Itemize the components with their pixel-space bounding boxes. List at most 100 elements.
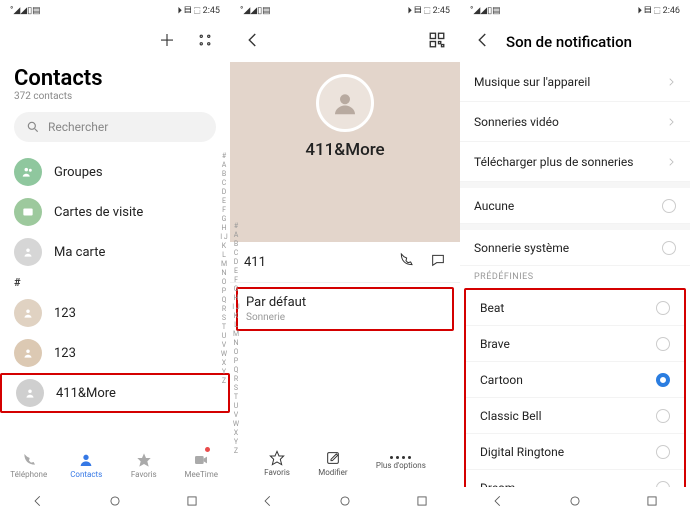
contact-list: Groupes Cartes de visite Ma carte # 123 … (0, 152, 230, 443)
screen-notification-sound: °◢◢▯▤ ⏵ ▤ ⬚ 2:46 Son de notification Mus… (460, 0, 690, 517)
more-options-button[interactable]: Plus d'options (376, 456, 426, 470)
contact-name: 411&More (230, 140, 460, 160)
contact-avatar-icon (16, 379, 44, 407)
status-bar: °◢◢▯▤ ⏵ ▤ ⬚ 2:45 (0, 0, 230, 22)
preset-row[interactable]: Brave (466, 326, 684, 362)
sound-toolbar: Son de notification (460, 22, 690, 62)
detail-body: # A B C D E F G H I J K L M N O P Q R S … (230, 242, 460, 439)
contact-name: 123 (54, 306, 76, 321)
contact-count: 372 contacts (0, 91, 230, 112)
page-title: Son de notification (506, 33, 632, 51)
radio-icon (656, 409, 670, 423)
groups-icon (14, 158, 42, 186)
download-ringtones-row[interactable]: Télécharger plus de sonneries (460, 142, 690, 182)
contact-avatar-icon (14, 299, 42, 327)
back-nav-icon[interactable] (31, 493, 45, 512)
back-nav-icon[interactable] (261, 493, 275, 512)
status-bar: °◢◢▯▤ ⏵ ▤ ⬚ 2:45 (230, 0, 460, 22)
screen-contacts: °◢◢▯▤ ⏵ ▤ ⬚ 2:45 Contacts 372 contacts R… (0, 0, 230, 517)
tab-favorites[interactable]: Favoris (115, 443, 173, 487)
chevron-right-icon (666, 112, 676, 131)
chevron-right-icon (666, 152, 676, 171)
search-input[interactable]: Rechercher (14, 112, 216, 142)
edit-button[interactable]: Modifier (318, 450, 347, 477)
screen-contact-detail: °◢◢▯▤ ⏵ ▤ ⬚ 2:45 411&More # A B C D E F … (230, 0, 460, 517)
detail-actions: Favoris Modifier Plus d'options (230, 439, 460, 487)
detail-toolbar (230, 22, 460, 62)
radio-icon (662, 199, 676, 213)
business-cards-item[interactable]: Cartes de visite (0, 192, 230, 232)
contact-avatar[interactable] (316, 74, 374, 132)
home-nav-icon[interactable] (338, 493, 352, 512)
alpha-index[interactable]: # A B C D E F G H I J K L M N O P Q R S … (220, 152, 228, 386)
contact-row-highlighted[interactable]: 411&More (0, 373, 230, 413)
system-navbar (460, 487, 690, 517)
item-label: Cartes de visite (54, 205, 143, 220)
system-ringtone-row[interactable]: Sonnerie système (460, 230, 690, 266)
card-icon (14, 198, 42, 226)
preset-row[interactable]: Beat (466, 290, 684, 326)
system-navbar (230, 487, 460, 517)
groups-item[interactable]: Groupes (0, 152, 230, 192)
preset-row[interactable]: Cartoon (466, 362, 684, 398)
status-time: 2:45 (433, 6, 450, 16)
chat-icon[interactable] (430, 252, 446, 272)
tab-phone[interactable]: Téléphone (0, 443, 58, 487)
item-label: Ma carte (54, 245, 105, 260)
recent-nav-icon[interactable] (415, 493, 429, 512)
ringtone-row-highlighted[interactable]: Par défaut Sonnerie (236, 287, 454, 331)
home-nav-icon[interactable] (568, 493, 582, 512)
favorite-button[interactable]: Favoris (264, 450, 290, 477)
contact-avatar-icon (14, 339, 42, 367)
radio-icon (656, 445, 670, 459)
bottom-tabbar: Téléphone Contacts Favoris MeeTime (0, 443, 230, 487)
recent-nav-icon[interactable] (185, 493, 199, 512)
device-music-row[interactable]: Musique sur l'appareil (460, 62, 690, 102)
top-toolbar (0, 22, 230, 62)
page-title: Contacts (0, 62, 230, 91)
system-navbar (0, 487, 230, 517)
home-nav-icon[interactable] (108, 493, 122, 512)
status-bar: °◢◢▯▤ ⏵ ▤ ⬚ 2:46 (460, 0, 690, 22)
call-icon[interactable] (398, 252, 414, 272)
status-time: 2:46 (663, 6, 680, 16)
none-row[interactable]: Aucune (460, 188, 690, 224)
sound-list: Musique sur l'appareil Sonneries vidéo T… (460, 62, 690, 487)
recent-nav-icon[interactable] (645, 493, 659, 512)
contact-row[interactable]: 123 (0, 333, 230, 373)
contact-row[interactable]: 123 (0, 293, 230, 333)
tab-meetime[interactable]: MeeTime (173, 443, 231, 487)
radio-icon (656, 373, 670, 387)
section-header: # (0, 272, 230, 293)
person-icon (14, 238, 42, 266)
chevron-right-icon (666, 72, 676, 91)
back-icon[interactable] (244, 31, 262, 53)
my-card-item[interactable]: Ma carte (0, 232, 230, 272)
section-header: PRÉDÉFINIES (460, 266, 690, 286)
alpha-index[interactable]: # A B C D E F G H I J K L M N O P Q R S … (232, 222, 240, 456)
preset-row[interactable]: Classic Bell (466, 398, 684, 434)
video-ringtones-row[interactable]: Sonneries vidéo (460, 102, 690, 142)
add-icon[interactable] (158, 31, 176, 53)
preset-row[interactable]: Digital Ringtone (466, 434, 684, 470)
radio-icon (662, 241, 676, 255)
status-left: °◢◢▯▤ (10, 6, 41, 16)
phone-number: 411 (244, 255, 266, 270)
status-right: ⏵ ▤ ⬚ 2:45 (178, 6, 220, 16)
more-grid-icon[interactable] (196, 31, 214, 53)
status-time: 2:45 (203, 6, 220, 16)
item-label: Groupes (54, 165, 103, 180)
presets-highlighted: BeatBraveCartoonClassic BellDigital Ring… (464, 288, 686, 487)
back-nav-icon[interactable] (491, 493, 505, 512)
radio-icon (656, 337, 670, 351)
preset-row[interactable]: Dream (466, 470, 684, 487)
qr-icon[interactable] (428, 31, 446, 53)
contact-name: 123 (54, 346, 76, 361)
search-placeholder: Rechercher (48, 120, 108, 134)
tab-contacts[interactable]: Contacts (58, 443, 116, 487)
back-icon[interactable] (474, 31, 492, 53)
notification-dot-icon (205, 447, 210, 452)
contact-name: 411&More (56, 386, 116, 401)
contact-header: 411&More (230, 62, 460, 242)
phone-row[interactable]: 411 (230, 242, 460, 283)
